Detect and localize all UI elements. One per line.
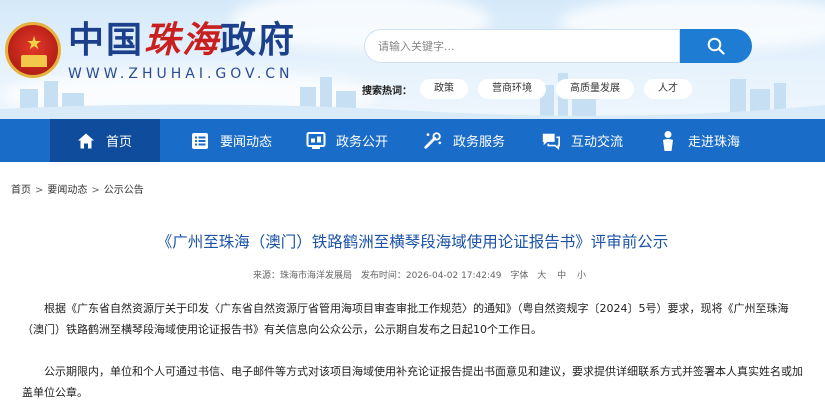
font-size-medium-button[interactable]: 中 — [557, 271, 566, 281]
site-header: ★ 中国珠海政府 WWW.ZHUHAI.GOV.CN 搜索热词： 政策 营商环境… — [0, 0, 825, 119]
nav-item-home[interactable]: 首页 — [50, 119, 160, 162]
article-paragraph: 根据《广东省自然资源厅关于印发〈广东省自然资源厅省管用海项目审查审批工作规范〉的… — [22, 302, 789, 336]
nav-item-news[interactable]: 要闻动态 — [190, 119, 272, 162]
breadcrumb-link-notices[interactable]: 公示公告 — [104, 185, 144, 196]
home-icon — [76, 131, 96, 151]
search-box — [364, 29, 680, 63]
hot-words-bar: 搜索热词： 政策 营商环境 高质量发展 人才 — [362, 79, 702, 99]
site-domain: WWW.ZHUHAI.GOV.CN — [68, 66, 294, 82]
article-paragraph: 公示期限内，单位和个人可通过书信、电子邮件等方式对该项目海域使用补充论证报告提出… — [22, 365, 803, 399]
font-size-small-button[interactable]: 小 — [577, 271, 586, 281]
article-publish-time: 发布时间：2026-04-02 17:42:49 — [360, 271, 502, 281]
search-button[interactable] — [680, 29, 752, 63]
font-size-label: 字体 — [510, 271, 529, 281]
site-title-cn: 中国珠海政府 — [68, 19, 297, 61]
hot-word-tag[interactable]: 人才 — [644, 79, 692, 99]
article-source: 来源：珠海市海洋发展局 — [253, 271, 353, 281]
breadcrumb-separator: > — [91, 185, 100, 196]
national-emblem-icon: ★ — [5, 22, 61, 78]
font-size-large-button[interactable]: 大 — [537, 271, 546, 281]
site-logo[interactable]: 中国珠海政府 WWW.ZHUHAI.GOV.CN — [68, 18, 296, 82]
breadcrumb-link-home[interactable]: 首页 — [11, 185, 31, 196]
search-icon — [707, 37, 725, 55]
main-nav: 首页 要闻动态 政务公开 政务服务 互动交流 走进珠海 — [0, 119, 825, 162]
hot-word-tag[interactable]: 营商环境 — [478, 79, 546, 99]
search-input[interactable] — [364, 29, 680, 63]
nav-item-service[interactable]: 政务服务 — [423, 119, 505, 162]
nav-item-open-gov[interactable]: 政务公开 — [306, 119, 388, 162]
chat-icon — [541, 131, 561, 151]
service-icon — [423, 131, 443, 151]
breadcrumb-link-news[interactable]: 要闻动态 — [47, 185, 87, 196]
nav-item-about-zhuhai[interactable]: 走进珠海 — [658, 119, 740, 162]
breadcrumb-separator: > — [35, 185, 44, 196]
hot-word-tag[interactable]: 高质量发展 — [556, 79, 634, 99]
breadcrumb: 首页 > 要闻动态 > 公示公告 — [11, 181, 144, 196]
article-meta: 来源：珠海市海洋发展局 发布时间：2026-04-02 17:42:49 字体 … — [253, 268, 594, 281]
news-list-icon — [190, 131, 210, 151]
hot-words-label: 搜索热词： — [362, 85, 412, 97]
nav-item-interaction[interactable]: 互动交流 — [541, 119, 623, 162]
article-title: 《广州至珠海（澳门）铁路鹤洲至横琴段海域使用论证报告书》评审前公示 — [156, 233, 669, 251]
open-gov-icon — [306, 131, 326, 151]
hot-word-tag[interactable]: 政策 — [420, 79, 468, 99]
person-icon — [658, 130, 678, 151]
